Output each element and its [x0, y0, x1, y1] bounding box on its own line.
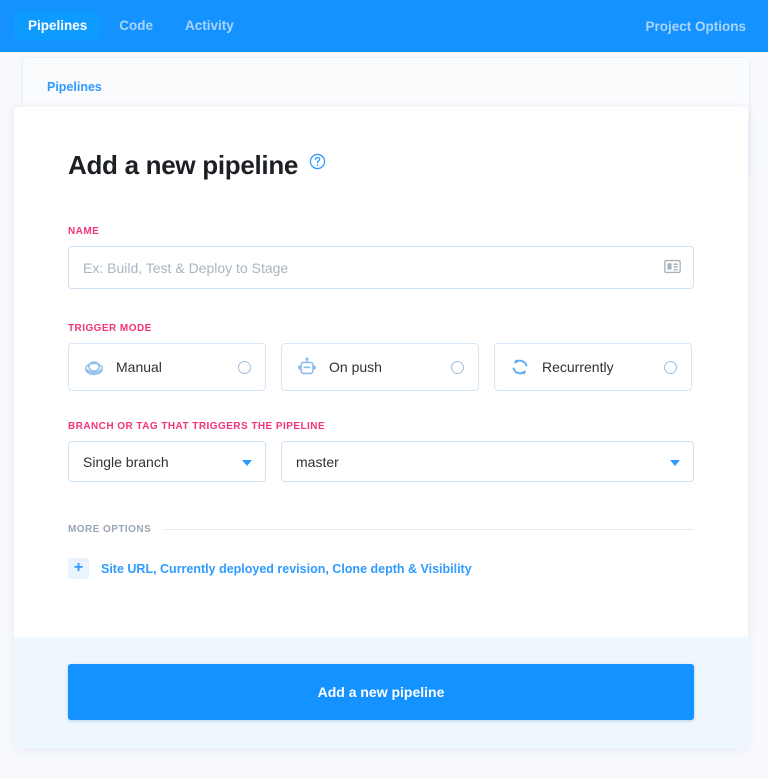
chevron-down-icon [242, 460, 252, 466]
refresh-cycle-icon [512, 359, 528, 375]
hand-icon [85, 361, 103, 376]
trigger-option-manual[interactable]: Manual [68, 343, 266, 391]
question-circle-icon[interactable] [309, 153, 326, 170]
add-pipeline-submit-button[interactable]: Add a new pipeline [68, 664, 694, 720]
add-pipeline-card: Add a new pipeline NAME TRIGGER MODE [14, 107, 748, 638]
tab-code[interactable]: Code [105, 12, 167, 40]
top-navigation-bar: Pipelines Code Activity Project Options [0, 0, 768, 52]
trigger-mode-options: Manual On push Recurrently [68, 343, 694, 391]
trigger-option-manual-radio[interactable] [238, 360, 251, 374]
trigger-option-on-push-radio[interactable] [451, 360, 464, 374]
tab-pipelines[interactable]: Pipelines [14, 12, 102, 40]
page-title: Add a new pipeline [68, 150, 299, 180]
branch-field-label: BRANCH OR TAG THAT TRIGGERS THE PIPELINE [68, 421, 326, 432]
trigger-option-recurrently[interactable]: Recurrently [494, 343, 692, 391]
name-input[interactable] [68, 246, 694, 289]
more-options-link-text[interactable]: Site URL, Currently deployed revision, C… [101, 562, 472, 576]
trigger-option-recurrently-label: Recurrently [542, 359, 614, 375]
add-pipeline-form: Add a new pipeline NAME TRIGGER MODE [14, 107, 748, 579]
more-options-label: MORE OPTIONS [68, 524, 152, 535]
name-input-wrap [68, 246, 694, 289]
trigger-option-manual-label: Manual [116, 359, 162, 375]
more-options-divider [163, 529, 694, 530]
trigger-mode-label: TRIGGER MODE [68, 323, 152, 334]
branch-name-select[interactable]: master [281, 441, 694, 482]
more-options-toggle[interactable]: + Site URL, Currently deployed revision,… [68, 558, 694, 579]
name-field-label: NAME [68, 226, 100, 237]
breadcrumb-item-pipelines[interactable]: Pipelines [47, 80, 102, 94]
branch-scope-select[interactable]: Single branch [68, 441, 266, 482]
trigger-option-on-push[interactable]: On push [281, 343, 479, 391]
form-footer: Add a new pipeline [14, 638, 748, 748]
plus-icon[interactable]: + [68, 558, 89, 579]
branch-scope-value: Single branch [83, 453, 169, 470]
page-title-row: Add a new pipeline [68, 152, 694, 178]
robot-icon [298, 357, 316, 375]
nav-tabs: Pipelines Code Activity [14, 12, 248, 40]
tab-activity[interactable]: Activity [171, 12, 248, 40]
trigger-option-recurrently-radio[interactable] [664, 360, 677, 374]
chevron-down-icon [670, 460, 680, 466]
branch-selectors: Single branch master [68, 441, 694, 482]
trigger-option-on-push-label: On push [329, 359, 382, 375]
project-options-link[interactable]: Project Options [645, 19, 746, 34]
branch-name-value: master [296, 453, 339, 470]
more-options-header: MORE OPTIONS [68, 524, 694, 535]
